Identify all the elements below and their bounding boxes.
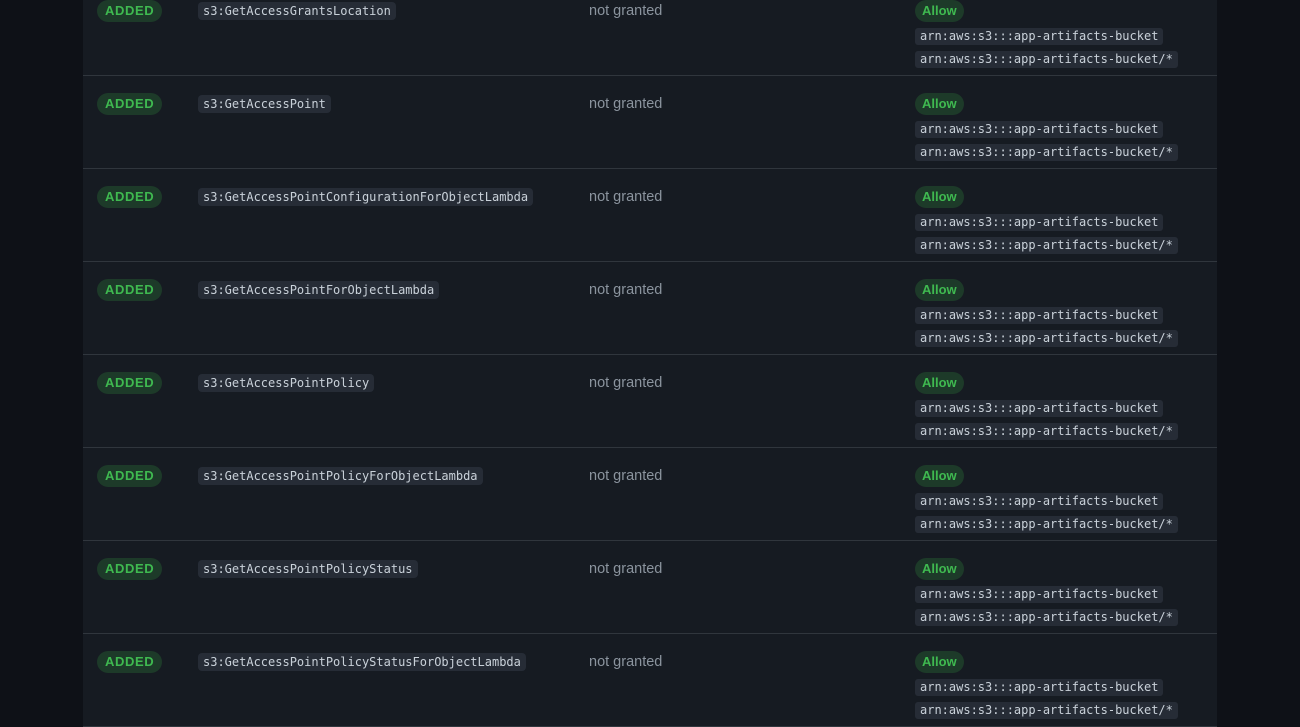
resource-arn: arn:aws:s3:::app-artifacts-bucket/* (915, 330, 1178, 347)
resource-arn: arn:aws:s3:::app-artifacts-bucket/* (915, 144, 1178, 161)
status-badge: ADDED (97, 465, 163, 487)
resource-arn: arn:aws:s3:::app-artifacts-bucket/* (915, 423, 1178, 440)
previous-state: not granted (589, 654, 663, 670)
status-badge: ADDED (97, 186, 163, 208)
previous-state: not granted (589, 96, 663, 112)
action-name: s3:GetAccessPointPolicyStatusForObjectLa… (198, 653, 526, 671)
effect-badge: Allow (915, 93, 964, 115)
permission-changes-table: ADDED s3:GetAccessGrantsLocation not gra… (83, 0, 1217, 727)
resource-arn: arn:aws:s3:::app-artifacts-bucket (915, 214, 1164, 231)
resource-arn: arn:aws:s3:::app-artifacts-bucket/* (915, 516, 1178, 533)
status-badge: ADDED (97, 93, 163, 115)
resource-arn: arn:aws:s3:::app-artifacts-bucket (915, 307, 1164, 324)
action-name: s3:GetAccessPointPolicyStatus (198, 560, 418, 578)
resource-arn: arn:aws:s3:::app-artifacts-bucket (915, 28, 1164, 45)
table-row: ADDED s3:GetAccessPointPolicyStatusForOb… (83, 634, 1217, 727)
resource-arn: arn:aws:s3:::app-artifacts-bucket/* (915, 51, 1178, 68)
resource-arn: arn:aws:s3:::app-artifacts-bucket/* (915, 609, 1178, 626)
effect-badge: Allow (915, 465, 964, 487)
table-row: ADDED s3:GetAccessPointPolicyStatus not … (83, 541, 1217, 634)
action-name: s3:GetAccessPointForObjectLambda (198, 281, 440, 299)
action-name: s3:GetAccessPointPolicyForObjectLambda (198, 467, 483, 485)
status-badge: ADDED (97, 558, 163, 580)
action-name: s3:GetAccessPointPolicy (198, 374, 375, 392)
status-badge: ADDED (97, 0, 163, 22)
table-row: ADDED s3:GetAccessPointPolicyForObjectLa… (83, 448, 1217, 541)
status-badge: ADDED (97, 279, 163, 301)
resource-arn: arn:aws:s3:::app-artifacts-bucket (915, 400, 1164, 417)
effect-badge: Allow (915, 558, 964, 580)
previous-state: not granted (589, 375, 663, 391)
resource-arn: arn:aws:s3:::app-artifacts-bucket/* (915, 237, 1178, 254)
resource-arn: arn:aws:s3:::app-artifacts-bucket (915, 679, 1164, 696)
action-name: s3:GetAccessGrantsLocation (198, 2, 396, 20)
resource-arn: arn:aws:s3:::app-artifacts-bucket (915, 121, 1164, 138)
table-row: ADDED s3:GetAccessGrantsLocation not gra… (83, 0, 1217, 76)
action-name: s3:GetAccessPointConfigurationForObjectL… (198, 188, 534, 206)
table-row: ADDED s3:GetAccessPoint not granted Allo… (83, 76, 1217, 169)
previous-state: not granted (589, 189, 663, 205)
action-name: s3:GetAccessPoint (198, 95, 331, 113)
effect-badge: Allow (915, 186, 964, 208)
table-row: ADDED s3:GetAccessPointPolicy not grante… (83, 355, 1217, 448)
resource-arn: arn:aws:s3:::app-artifacts-bucket (915, 493, 1164, 510)
status-badge: ADDED (97, 372, 163, 394)
status-badge: ADDED (97, 651, 163, 673)
resource-arn: arn:aws:s3:::app-artifacts-bucket (915, 586, 1164, 603)
table-row: ADDED s3:GetAccessPointForObjectLambda n… (83, 262, 1217, 355)
previous-state: not granted (589, 561, 663, 577)
previous-state: not granted (589, 3, 663, 19)
resource-arn: arn:aws:s3:::app-artifacts-bucket/* (915, 702, 1178, 719)
effect-badge: Allow (915, 372, 964, 394)
effect-badge: Allow (915, 279, 964, 301)
previous-state: not granted (589, 468, 663, 484)
previous-state: not granted (589, 282, 663, 298)
table-row: ADDED s3:GetAccessPointConfigurationForO… (83, 169, 1217, 262)
effect-badge: Allow (915, 651, 964, 673)
effect-badge: Allow (915, 0, 964, 22)
